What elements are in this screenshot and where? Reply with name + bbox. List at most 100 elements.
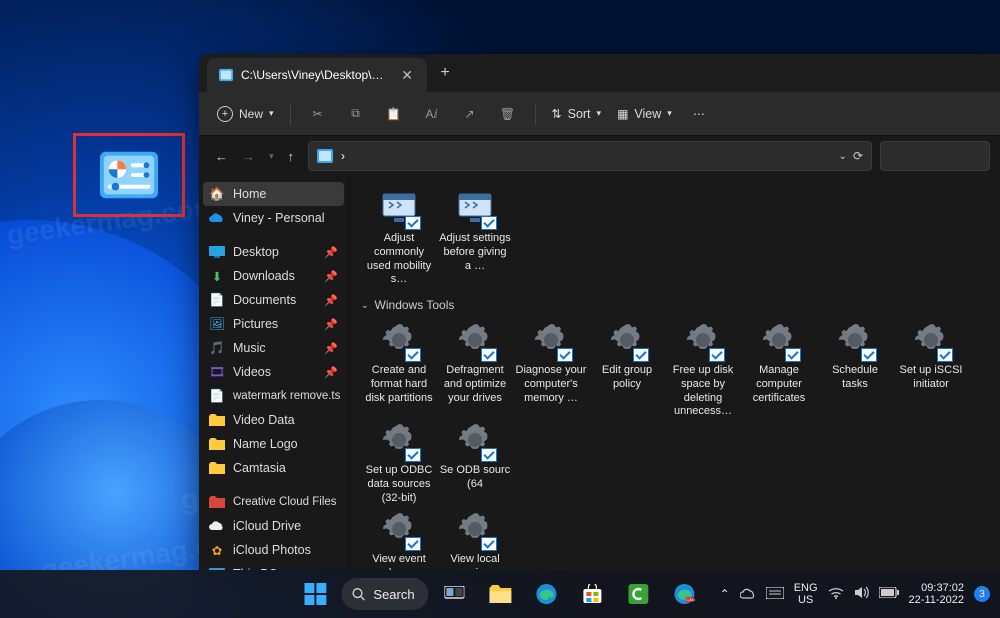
paste-button[interactable]: 📋 (377, 98, 411, 130)
sidebar-item-icloud-drive[interactable]: iCloud Drive (199, 514, 348, 538)
sidebar-item-folder[interactable]: Name Logo (199, 432, 348, 456)
delete-button[interactable]: 🗑 (491, 98, 525, 130)
sidebar-item-this-pc[interactable]: This PC (199, 562, 348, 570)
toolbar: + New ▾ ✂ ⧉ 📋 Aⅈ ↗ 🗑 ⇅ Sort ▾ ▦ View ▾ ⋯ (199, 92, 1000, 136)
sidebar-item-onedrive[interactable]: Viney - Personal (199, 206, 348, 230)
view-button[interactable]: ▦ View ▾ (611, 98, 678, 130)
item-label: Create and format hard disk partitions (363, 364, 435, 405)
control-panel-icon (317, 149, 333, 163)
content-item[interactable]: Create and format hard disk partitions (361, 318, 437, 418)
language-indicator[interactable]: ENGUS (794, 582, 818, 606)
item-label: Set up ODBC data sources (32-bit) (363, 464, 435, 505)
content-item[interactable]: Set up ODBC data sources (32-bit) (361, 418, 437, 507)
item-label: Manage computer certificates (743, 364, 815, 405)
search-icon (351, 587, 365, 601)
up-button[interactable]: ↑ (288, 149, 295, 164)
shield-check-badge (709, 348, 725, 362)
battery-icon[interactable] (879, 587, 899, 601)
sidebar-item-music[interactable]: 🎵Music📌 (199, 336, 348, 360)
content-item[interactable]: Manage computer certificates (741, 318, 817, 418)
new-tab-button[interactable]: + (427, 54, 463, 92)
edge-icon (536, 583, 558, 605)
pin-icon: 📌 (324, 270, 338, 283)
keyboard-tray-icon[interactable] (766, 587, 784, 602)
sidebar-item-home[interactable]: 🏠Home (203, 182, 344, 206)
notification-badge[interactable]: 3 (974, 586, 990, 602)
taskbar-search[interactable]: Search (341, 578, 428, 610)
shield-check-badge (937, 348, 953, 362)
pin-icon: 📌 (324, 294, 338, 307)
close-tab-button[interactable]: ✕ (401, 67, 413, 84)
content-item[interactable]: Edit group policy (589, 318, 665, 418)
content-item[interactable]: Schedule tasks (817, 318, 893, 418)
more-button[interactable]: ⋯ (682, 98, 716, 130)
content-item[interactable]: Diagnose your computer's memory … (513, 318, 589, 418)
onedrive-tray-icon[interactable] (740, 587, 756, 602)
content-item[interactable]: View event logs (361, 507, 437, 570)
sidebar-item-downloads[interactable]: ⬇Downloads📌 (199, 264, 348, 288)
file-explorer-taskbar[interactable] (481, 574, 521, 614)
item-thumb (835, 320, 875, 360)
shield-check-badge (861, 348, 877, 362)
item-thumb (379, 509, 419, 549)
share-icon: ↗ (465, 107, 475, 121)
window-tab[interactable]: C:\Users\Viney\Desktop\GodI ✕ (207, 58, 427, 92)
content-item[interactable]: Adjust settings before giving a … (437, 186, 513, 286)
creative-cloud-icon (209, 494, 225, 510)
volume-icon[interactable] (854, 586, 869, 602)
sidebar-item-documents[interactable]: 📄Documents📌 (199, 288, 348, 312)
search-box[interactable] (880, 141, 990, 171)
history-dropdown[interactable]: ▾ (269, 151, 274, 162)
sort-button[interactable]: ⇅ Sort ▾ (546, 98, 608, 130)
downloads-icon: ⬇ (209, 268, 225, 284)
clock[interactable]: 09:37:0222-11-2022 (909, 582, 964, 606)
back-button[interactable]: ← (215, 149, 228, 164)
control-panel-icon (219, 68, 233, 82)
copy-button[interactable]: ⧉ (339, 98, 373, 130)
start-button[interactable] (295, 574, 335, 614)
content-item[interactable]: Se ODB sourc (64 (437, 418, 513, 507)
sidebar-item-folder[interactable]: Camtasia (199, 456, 348, 480)
sidebar-item-videos[interactable]: 🎞Videos📌 (199, 360, 348, 384)
content-item[interactable]: View local services (437, 507, 513, 570)
item-label: Diagnose your computer's memory … (515, 364, 587, 405)
item-label: Adjust settings before giving a … (439, 232, 511, 273)
address-bar[interactable]: › ⌄ ⟳ (308, 141, 872, 171)
content-item[interactable]: Defragment and optimize your drives (437, 318, 513, 418)
rename-button[interactable]: Aⅈ (415, 98, 449, 130)
shield-check-badge (633, 348, 649, 362)
edge-taskbar[interactable] (527, 574, 567, 614)
taskbar: Search CAN ⌃ ENGUS 09:37:0222-11-2022 3 (0, 570, 1000, 618)
sidebar-item-icloud-photos[interactable]: ✿iCloud Photos (199, 538, 348, 562)
edge-canary-taskbar[interactable]: CAN (665, 574, 705, 614)
content-item[interactable]: Set up iSCSI initiator (893, 318, 969, 418)
forward-button[interactable]: → (242, 149, 255, 164)
folder-icon (490, 585, 512, 603)
sidebar-item-file[interactable]: 📄watermark remove.ts (199, 384, 348, 408)
refresh-button[interactable]: ⟳ (853, 149, 863, 163)
sidebar-item-pictures[interactable]: 🖼Pictures📌 (199, 312, 348, 336)
sidebar-item-desktop[interactable]: Desktop📌 (199, 240, 348, 264)
item-label: Set up iSCSI initiator (895, 364, 967, 392)
share-button[interactable]: ↗ (453, 98, 487, 130)
item-label: Schedule tasks (819, 364, 891, 392)
trash-icon: 🗑 (500, 107, 515, 121)
camtasia-taskbar[interactable] (619, 574, 659, 614)
item-thumb (455, 509, 495, 549)
godmode-desktop-icon[interactable] (73, 133, 185, 217)
group-header-windows-tools[interactable]: ⌄Windows Tools (361, 298, 988, 312)
item-thumb (683, 320, 723, 360)
content-item[interactable]: Free up disk space by deleting unnecess… (665, 318, 741, 418)
wifi-icon[interactable] (828, 587, 844, 602)
chevron-down-icon[interactable]: ⌄ (839, 151, 847, 162)
sidebar-item-ccf[interactable]: Creative Cloud Files (199, 490, 348, 514)
tray-chevron[interactable]: ⌃ (720, 587, 730, 601)
task-view-button[interactable] (435, 574, 475, 614)
cut-button[interactable]: ✂ (301, 98, 335, 130)
item-thumb (531, 320, 571, 360)
new-button[interactable]: + New ▾ (211, 98, 280, 130)
content-item[interactable]: Adjust commonly used mobility s… (361, 186, 437, 286)
sidebar-item-folder[interactable]: Video Data (199, 408, 348, 432)
store-taskbar[interactable] (573, 574, 613, 614)
nav-arrows: ← → ▾ ↑ (209, 149, 300, 164)
